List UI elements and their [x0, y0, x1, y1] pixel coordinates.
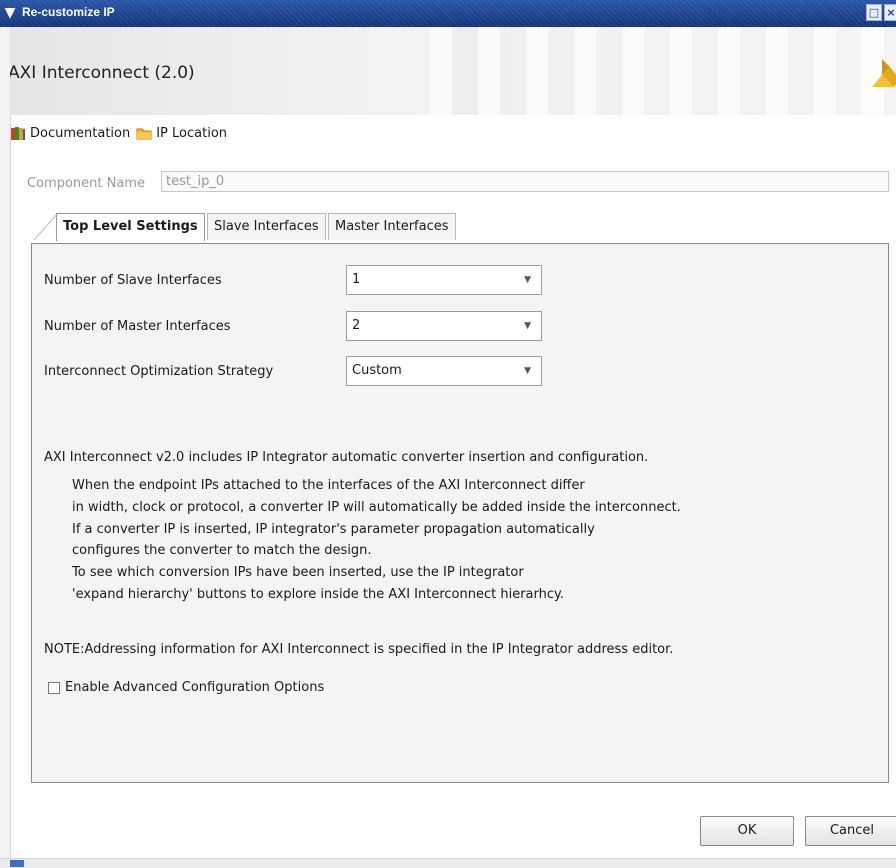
ip-title: AXI Interconnect (2.0)	[10, 63, 195, 83]
optimization-strategy-value: Custom	[352, 363, 402, 378]
addressing-note: NOTE:Addressing information for AXI Inte…	[44, 642, 674, 657]
ok-button[interactable]: OK	[700, 816, 794, 846]
books-icon	[11, 127, 25, 140]
close-icon[interactable]: ×	[884, 4, 896, 21]
ip-location-link[interactable]: IP Location	[136, 125, 227, 141]
restore-icon[interactable]: □	[866, 4, 882, 21]
links-row: Documentation IP Location	[10, 122, 227, 144]
info-line: To see which conversion IPs have been in…	[72, 565, 524, 581]
master-interfaces-label: Number of Master Interfaces	[44, 319, 231, 334]
header-decoration	[430, 27, 896, 115]
window-title: Re-customize IP	[22, 5, 115, 19]
slave-interfaces-label: Number of Slave Interfaces	[44, 273, 222, 288]
tab-slave-interfaces[interactable]: Slave Interfaces	[207, 213, 326, 240]
cancel-button[interactable]: Cancel	[805, 816, 896, 846]
master-interfaces-value: 2	[352, 318, 361, 333]
documentation-link[interactable]: Documentation	[10, 125, 130, 141]
documentation-label: Documentation	[30, 125, 131, 141]
ip-header: AXI Interconnect (2.0)	[10, 27, 896, 115]
master-interfaces-select[interactable]: 2 ▼	[346, 311, 542, 341]
info-details: When the endpoint IPs attached to the in…	[72, 475, 681, 606]
tab-slant-decoration	[34, 213, 58, 240]
chevron-down-icon: ▼	[524, 275, 531, 285]
advanced-options-checkbox[interactable]	[48, 681, 60, 694]
folder-icon	[136, 128, 152, 140]
tab-top-level-settings[interactable]: Top Level Settings	[56, 213, 205, 241]
advanced-options-label: Enable Advanced Configuration Options	[65, 680, 325, 695]
component-name-label: Component Name	[27, 176, 145, 191]
advanced-options-toggle[interactable]: Enable Advanced Configuration Options	[48, 680, 324, 695]
optimization-strategy-select[interactable]: Custom ▼	[346, 356, 542, 386]
resize-handle[interactable]	[10, 860, 24, 867]
window-frame-left	[0, 27, 11, 867]
info-line: configures the converter to match the de…	[72, 543, 372, 559]
window-titlebar[interactable]: ▼ Re-customize IP □ ×	[0, 0, 896, 27]
vivado-logo	[872, 59, 896, 87]
component-name-field[interactable]: test_ip_0	[161, 171, 889, 192]
optimization-strategy-label: Interconnect Optimization Strategy	[44, 364, 274, 379]
info-line: 'expand hierarchy' buttons to explore in…	[72, 586, 564, 602]
info-line: If a converter IP is inserted, IP integr…	[72, 521, 595, 537]
chevron-down-icon: ▼	[524, 366, 531, 376]
info-line: in width, clock or protocol, a converter…	[72, 499, 681, 515]
ip-location-label: IP Location	[156, 125, 228, 141]
slave-interfaces-value: 1	[352, 272, 361, 287]
slave-interfaces-select[interactable]: 1 ▼	[346, 265, 542, 295]
info-line: When the endpoint IPs attached to the in…	[72, 478, 585, 493]
info-intro: AXI Interconnect v2.0 includes IP Integr…	[44, 450, 649, 465]
tab-master-interfaces[interactable]: Master Interfaces	[328, 213, 456, 240]
chevron-down-icon[interactable]: ▼	[2, 5, 18, 21]
chevron-down-icon: ▼	[524, 321, 531, 331]
settings-panel: Number of Slave Interfaces 1 ▼ Number of…	[31, 243, 889, 783]
